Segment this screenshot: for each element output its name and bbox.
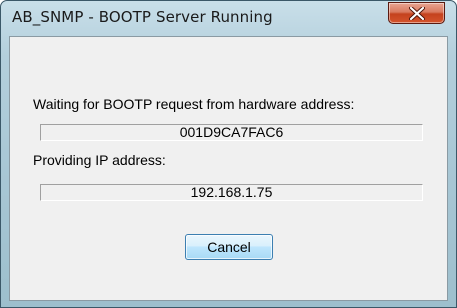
ip-address-field: 192.168.1.75 bbox=[40, 184, 423, 201]
window-title: AB_SNMP - BOOTP Server Running bbox=[12, 8, 273, 26]
close-button[interactable] bbox=[388, 2, 445, 24]
close-icon bbox=[409, 7, 425, 20]
title-bar[interactable]: AB_SNMP - BOOTP Server Running bbox=[1, 1, 456, 37]
dialog-body: Waiting for BOOTP request from hardware … bbox=[9, 36, 448, 301]
cancel-button[interactable]: Cancel bbox=[185, 234, 273, 260]
hardware-address-field: 001D9CA7FAC6 bbox=[40, 124, 423, 141]
providing-label: Providing IP address: bbox=[33, 152, 166, 168]
waiting-label: Waiting for BOOTP request from hardware … bbox=[33, 96, 355, 112]
dialog-window: AB_SNMP - BOOTP Server Running Waiting f… bbox=[0, 0, 457, 308]
